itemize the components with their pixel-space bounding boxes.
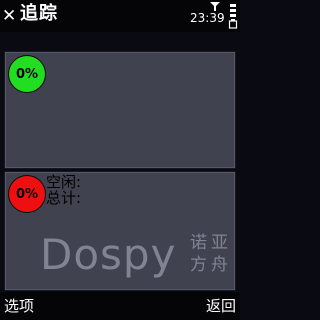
softkey-bar: 选项 返回 [0, 292, 240, 320]
gauge-percent: 0% [15, 186, 39, 202]
progress-gauge-red: 0% [8, 175, 46, 213]
back-softkey[interactable]: 返回 [206, 296, 236, 316]
battery-icon [228, 4, 238, 29]
stats-block: 空闲: 总计: [46, 174, 81, 206]
tracking-panel-bottom: 0% 空闲: 总计: [4, 171, 236, 291]
clock: 23:39 [190, 11, 225, 25]
title-bar: ✕ 追踪 23:39 [0, 0, 240, 32]
total-label: 总计: [46, 189, 82, 207]
close-icon[interactable]: ✕ [2, 8, 16, 25]
signal-icon [210, 2, 220, 11]
gauge-percent: 0% [15, 66, 39, 82]
options-softkey[interactable]: 选项 [4, 296, 34, 316]
idle-label: 空闲: [46, 173, 82, 191]
tracking-panel-top: 0% [4, 51, 236, 169]
page-title: 追踪 [20, 3, 58, 24]
progress-gauge-green: 0% [8, 55, 46, 93]
